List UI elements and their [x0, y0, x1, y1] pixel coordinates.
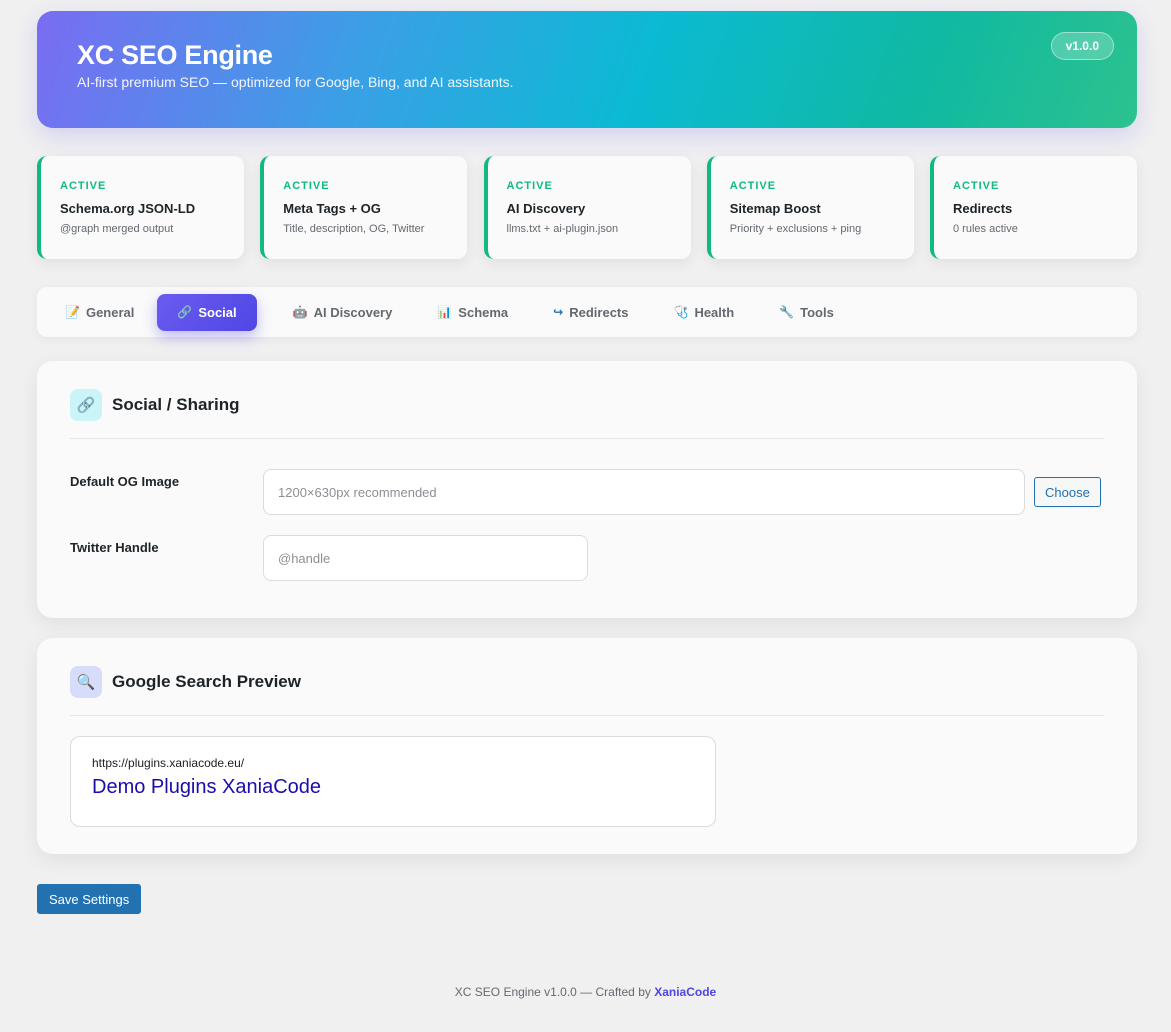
stethoscope-icon: 🩺 [673, 305, 689, 319]
tab-label: AI Discovery [313, 304, 393, 320]
footer-text: XC SEO Engine v1.0.0 — Crafted by [454, 985, 651, 999]
tab-schema[interactable]: 📊 Schema [426, 294, 519, 331]
search-result-preview: https://plugins.xaniacode.eu/ Demo Plugi… [70, 736, 716, 827]
tab-social[interactable]: 🔗 Social [157, 293, 257, 331]
link-icon: 🔗 [177, 305, 193, 319]
panel-header: 🔍 Google Search Preview [70, 666, 1104, 716]
google-preview-panel: 🔍 Google Search Preview https://plugins.… [37, 638, 1137, 854]
settings-tabs: 📝 General 🔗 Social 🤖 AI Discovery 📊 Sche… [37, 287, 1137, 337]
bar-chart-icon: 📊 [437, 305, 453, 319]
status-label: ACTIVE [60, 180, 107, 192]
link-icon: 🔗 [70, 389, 102, 421]
twitter-handle-input[interactable] [263, 535, 588, 581]
footer: XC SEO Engine v1.0.0 — Crafted by XaniaC… [0, 985, 1171, 999]
robot-icon: 🤖 [292, 305, 308, 319]
status-label: ACTIVE [729, 180, 777, 192]
card-title: Meta Tags + OG [283, 201, 381, 216]
preview-title: Demo Plugins XaniaCode [92, 776, 322, 798]
card-description: Priority + exclusions + ping [729, 223, 862, 235]
card-description: llms.txt + ai-plugin.json [506, 223, 619, 235]
page-subtitle: AI-first premium SEO — optimized for Goo… [77, 74, 514, 90]
tab-tools[interactable]: 🔧 Tools [768, 294, 845, 331]
panel-title: Google Search Preview [112, 672, 301, 691]
og-image-input[interactable] [263, 469, 1025, 515]
tab-label: Schema [458, 304, 509, 320]
card-title: Schema.org JSON-LD [60, 201, 196, 216]
page-title: XC SEO Engine [77, 40, 273, 70]
card-description: Title, description, OG, Twitter [283, 223, 425, 235]
twitter-handle-label: Twitter Handle [70, 540, 159, 555]
status-card-schema: ACTIVE Schema.org JSON-LD @graph merged … [37, 156, 244, 259]
status-card-redirects: ACTIVE Redirects 0 rules active [930, 156, 1137, 259]
status-label: ACTIVE [953, 180, 1000, 192]
og-image-label: Default OG Image [70, 474, 180, 489]
card-title: AI Discovery [506, 201, 586, 216]
choose-image-button[interactable]: Choose [1034, 477, 1101, 507]
tab-label: Tools [800, 304, 834, 320]
redirect-arrow-icon: ↪ [553, 305, 564, 319]
magnifier-icon: 🔍 [70, 666, 102, 698]
tab-redirects[interactable]: ↪ Redirects [542, 294, 639, 331]
wrench-icon: 🔧 [779, 305, 795, 319]
status-card-ai-discovery: ACTIVE AI Discovery llms.txt + ai-plugin… [483, 156, 691, 259]
panel-title: Social / Sharing [112, 395, 240, 414]
settings-page: XC SEO Engine AI-first premium SEO — opt… [37, 11, 1137, 914]
social-sharing-panel: 🔗 Social / Sharing Default OG Image Choo… [37, 361, 1137, 618]
og-image-row: Default OG Image Choose [70, 469, 1104, 515]
header-banner: XC SEO Engine AI-first premium SEO — opt… [37, 11, 1137, 128]
status-cards: ACTIVE Schema.org JSON-LD @graph merged … [37, 156, 1137, 259]
save-settings-button[interactable]: Save Settings [37, 884, 142, 914]
tab-ai-discovery[interactable]: 🤖 AI Discovery [282, 294, 404, 331]
status-label: ACTIVE [506, 180, 553, 192]
tab-label: Redirects [569, 304, 629, 320]
status-card-meta-tags: ACTIVE Meta Tags + OG Title, description… [260, 156, 468, 259]
panel-header: 🔗 Social / Sharing [70, 389, 1104, 439]
memo-icon: 📝 [65, 305, 80, 319]
tab-label: Social [198, 304, 237, 320]
tab-general[interactable]: 📝 General [54, 294, 145, 331]
tab-label: Health [694, 304, 735, 320]
tab-label: General [85, 304, 135, 320]
card-title: Sitemap Boost [729, 201, 821, 216]
status-card-sitemap: ACTIVE Sitemap Boost Priority + exclusio… [706, 156, 914, 259]
twitter-handle-row: Twitter Handle [70, 535, 1104, 581]
status-label: ACTIVE [283, 180, 330, 192]
card-title: Redirects [953, 201, 1013, 216]
card-description: @graph merged output [60, 223, 174, 235]
preview-url: https://plugins.xaniacode.eu/ [92, 756, 245, 770]
card-description: 0 rules active [953, 223, 1018, 235]
footer-link[interactable]: XaniaCode [654, 985, 716, 999]
version-badge: v1.0.0 [1050, 32, 1114, 60]
tab-health[interactable]: 🩺 Health [662, 294, 745, 331]
